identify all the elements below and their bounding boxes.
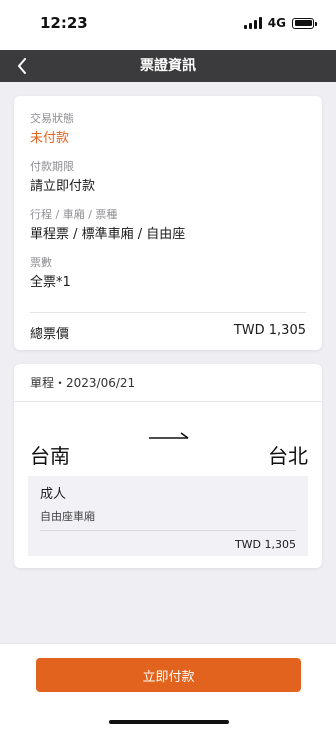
pay-now-button[interactable]: 立即付款 [36,658,301,692]
nav-bar: 票證資訊 [0,50,336,82]
status-field: 交易狀態 未付款 [30,112,306,148]
passenger-type: 成人 [40,487,67,502]
total-row: 總票價 TWD 1,305 [30,312,306,342]
status-label: 交易狀態 [30,112,74,125]
count-label: 票數 [30,256,52,269]
count-value: 全票*1 [30,275,71,290]
ticket-info-card: 交易狀態 未付款 付款期限 請立即付款 行程 / 車廂 / 票種 單程票 / 標… [14,96,322,350]
arrival-station: 台北 [268,444,308,468]
trip-header: 單程・2023/06/21 [14,364,322,402]
departure-station: 台南 [30,444,70,468]
status-indicators: 4G [243,15,317,31]
route-value: 單程票 / 標準車廂 / 自由座 [30,227,186,242]
trip-card: 單程・2023/06/21 台南 台北 成人 自由座車廂 TWD 1,305 [14,364,322,568]
payment-status: 未付款 [30,131,70,146]
passenger-box: 成人 自由座車廂 TWD 1,305 [28,476,308,556]
home-indicator [109,720,229,724]
status-bar: 12:23 4G [0,0,336,50]
status-time: 12:23 [40,14,88,32]
passenger-price: TWD 1,305 [234,538,296,551]
count-field: 票數 全票*1 [30,256,306,292]
deadline-value: 請立即付款 [30,179,96,194]
car-type: 自由座車廂 [40,510,95,523]
route-field: 行程 / 車廂 / 票種 單程票 / 標準車廂 / 自由座 [30,208,306,244]
battery-icon [292,17,317,29]
route-row: 台南 台北 [14,402,322,468]
network-type: 4G [267,16,286,30]
total-label: 總票價 [30,327,70,342]
signal-icon [243,17,262,29]
arrow-right-icon [149,432,189,439]
route-label: 行程 / 車廂 / 票種 [30,208,118,221]
bottom-action-bar: 立即付款 [0,643,336,731]
page-title: 票證資訊 [140,58,196,74]
deadline-label: 付款期限 [30,160,74,173]
deadline-field: 付款期限 請立即付款 [30,160,306,196]
total-price: TWD 1,305 [233,323,306,338]
divider [40,530,296,531]
